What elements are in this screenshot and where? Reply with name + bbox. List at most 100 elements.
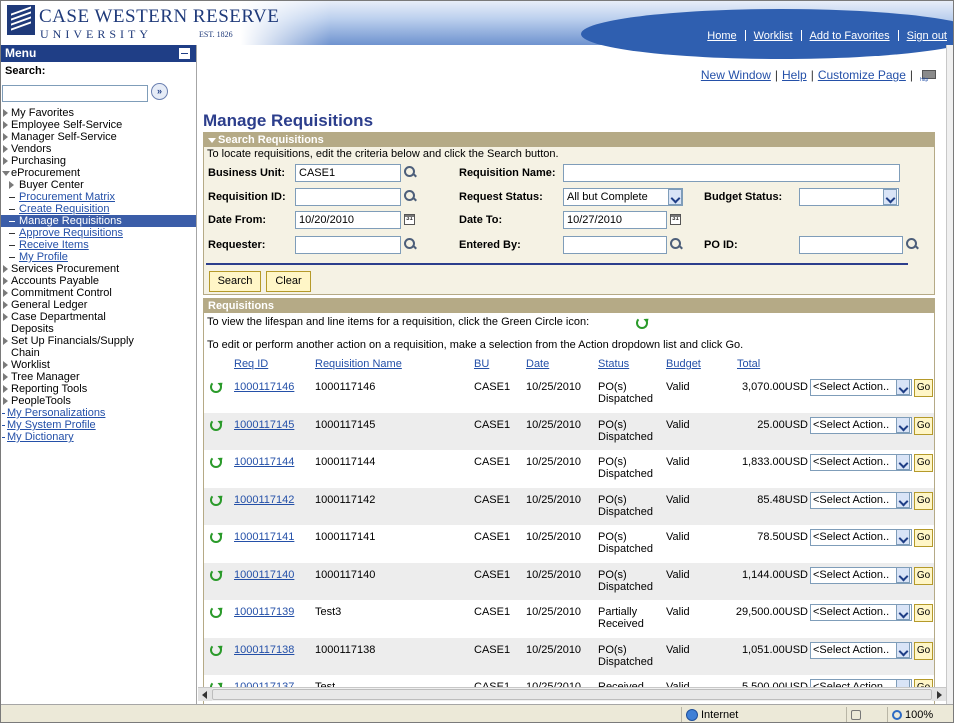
menu-item-my-system-profile[interactable]: My System Profile	[1, 419, 196, 431]
add-to-favorites-link[interactable]: Add to Favorites	[802, 30, 898, 42]
business-unit-field[interactable]: CASE1	[295, 164, 401, 182]
action-dropdown-icon[interactable]	[896, 604, 910, 620]
menu-item-my-dictionary[interactable]: My Dictionary	[1, 431, 196, 443]
req-id-link[interactable]: 1000117140	[234, 569, 294, 581]
action-dropdown-icon[interactable]	[896, 379, 910, 395]
action-dropdown-icon[interactable]	[896, 454, 910, 470]
column-header-total[interactable]: Total	[737, 358, 760, 370]
menu-item-my-profile[interactable]: My Profile	[1, 251, 196, 263]
my-profile-link[interactable]: My Profile	[19, 251, 68, 263]
entered-by-lookup-icon[interactable]	[670, 238, 682, 250]
lifespan-green-circle-icon[interactable]	[210, 606, 222, 618]
menu-item-procurement-matrix[interactable]: Procurement Matrix	[1, 191, 196, 203]
help-link[interactable]: Help	[782, 68, 807, 82]
menu-item-setup-financials[interactable]: Set Up Financials/Supply Chain	[1, 335, 151, 359]
menu-item-buyer-center[interactable]: Buyer Center	[1, 179, 196, 191]
date-to-calendar-icon[interactable]: 31	[670, 214, 681, 225]
menu-item-employee-self-service[interactable]: Employee Self-Service	[1, 119, 196, 131]
lifespan-green-circle-icon[interactable]	[210, 456, 222, 468]
scroll-left-icon[interactable]	[198, 688, 212, 701]
menu-item-eprocurement[interactable]: eProcurement	[1, 167, 196, 179]
receive-items-link[interactable]: Receive Items	[19, 239, 89, 251]
lifespan-green-circle-icon[interactable]	[210, 418, 222, 431]
menu-item-services-procurement[interactable]: Services Procurement	[1, 263, 196, 275]
menu-item-receive-items[interactable]: Receive Items	[1, 239, 196, 251]
menu-item-peopletools[interactable]: PeopleTools	[1, 395, 196, 407]
menu-item-tree-manager[interactable]: Tree Manager	[1, 371, 196, 383]
search-requisitions-header[interactable]: Search Requisitions	[204, 133, 934, 147]
lifespan-green-circle-icon[interactable]	[210, 643, 222, 656]
column-header-date[interactable]: Date	[526, 358, 549, 370]
scroll-thumb[interactable]	[212, 689, 932, 700]
requester-lookup-icon[interactable]	[404, 238, 416, 250]
worklist-link[interactable]: Worklist	[746, 30, 801, 42]
po-id-lookup-icon[interactable]	[906, 238, 918, 250]
action-dropdown-icon[interactable]	[896, 566, 910, 583]
action-dropdown-icon[interactable]	[896, 416, 910, 433]
zoom-control[interactable]: 100%	[887, 707, 953, 722]
procurement-matrix-link[interactable]: Procurement Matrix	[19, 191, 115, 203]
requisition-id-lookup-icon[interactable]	[404, 190, 416, 202]
sign-out-link[interactable]: Sign out	[899, 30, 953, 42]
approve-requisitions-link[interactable]: Approve Requisitions	[19, 227, 123, 239]
column-header-budget[interactable]: Budget	[666, 358, 701, 370]
my-personalizations-link[interactable]: My Personalizations	[7, 407, 105, 419]
home-link[interactable]: Home	[699, 30, 744, 42]
menu-item-vendors[interactable]: Vendors	[1, 143, 196, 155]
lifespan-green-circle-icon[interactable]	[210, 381, 222, 393]
scroll-right-icon[interactable]	[932, 688, 946, 701]
go-button[interactable]: Go	[914, 529, 933, 547]
menu-item-case-departmental-deposits[interactable]: Case Departmental Deposits	[1, 311, 151, 335]
po-id-field[interactable]	[799, 236, 903, 254]
lifespan-green-circle-icon[interactable]	[210, 493, 222, 506]
request-status-select[interactable]: All but Complete	[563, 188, 683, 206]
action-dropdown-icon[interactable]	[896, 641, 910, 658]
print-icon[interactable]	[920, 67, 936, 83]
req-id-link[interactable]: 1000117138	[234, 644, 294, 656]
my-dictionary-link[interactable]: My Dictionary	[7, 431, 74, 443]
requisition-name-field[interactable]	[563, 164, 900, 182]
lifespan-green-circle-icon[interactable]	[210, 531, 222, 543]
menu-item-accounts-payable[interactable]: Accounts Payable	[1, 275, 196, 287]
requisition-id-field[interactable]	[295, 188, 401, 206]
budget-status-dropdown-icon[interactable]	[883, 189, 897, 205]
column-header-status[interactable]: Status	[598, 358, 629, 370]
collapse-menu-icon[interactable]	[179, 48, 190, 59]
menu-item-manage-requisitions[interactable]: Manage Requisitions	[1, 215, 196, 227]
column-header-bu[interactable]: BU	[474, 358, 489, 370]
go-button[interactable]: Go	[914, 379, 933, 397]
column-header-requisition-name[interactable]: Requisition Name	[315, 358, 402, 370]
new-window-link[interactable]: New Window	[701, 68, 771, 82]
horizontal-scrollbar[interactable]	[198, 687, 946, 701]
my-system-profile-link[interactable]: My System Profile	[7, 419, 96, 431]
create-requisition-link[interactable]: Create Requisition	[19, 203, 110, 215]
menu-item-my-favorites[interactable]: My Favorites	[1, 107, 196, 119]
request-status-dropdown-icon[interactable]	[668, 189, 682, 205]
menu-item-manager-self-service[interactable]: Manager Self-Service	[1, 131, 196, 143]
date-from-field[interactable]: 10/20/2010	[295, 211, 401, 229]
requester-field[interactable]	[295, 236, 401, 254]
protected-mode[interactable]	[846, 707, 886, 722]
req-id-link[interactable]: 1000117142	[234, 494, 294, 506]
req-id-link[interactable]: 1000117145	[234, 419, 294, 431]
menu-item-approve-requisitions[interactable]: Approve Requisitions	[1, 227, 196, 239]
go-button[interactable]: Go	[914, 604, 933, 622]
menu-item-reporting-tools[interactable]: Reporting Tools	[1, 383, 196, 395]
menu-item-general-ledger[interactable]: General Ledger	[1, 299, 196, 311]
go-button[interactable]: Go	[914, 566, 933, 585]
req-id-link[interactable]: 1000117141	[234, 531, 294, 543]
req-id-link[interactable]: 1000117146	[234, 381, 294, 393]
lifespan-green-circle-icon[interactable]	[210, 568, 222, 581]
menu-item-create-requisition[interactable]: Create Requisition	[1, 203, 196, 215]
go-button[interactable]: Go	[914, 416, 933, 435]
action-dropdown-icon[interactable]	[896, 491, 910, 508]
menu-search-input[interactable]	[2, 85, 148, 102]
column-header-req-id[interactable]: Req ID	[234, 358, 268, 370]
entered-by-field[interactable]	[563, 236, 667, 254]
req-id-link[interactable]: 1000117139	[234, 606, 294, 618]
go-button[interactable]: Go	[914, 454, 933, 472]
date-from-calendar-icon[interactable]: 31	[404, 214, 415, 225]
go-button[interactable]: Go	[914, 491, 933, 510]
menu-item-my-personalizations[interactable]: My Personalizations	[1, 407, 196, 419]
req-id-link[interactable]: 1000117144	[234, 456, 294, 468]
